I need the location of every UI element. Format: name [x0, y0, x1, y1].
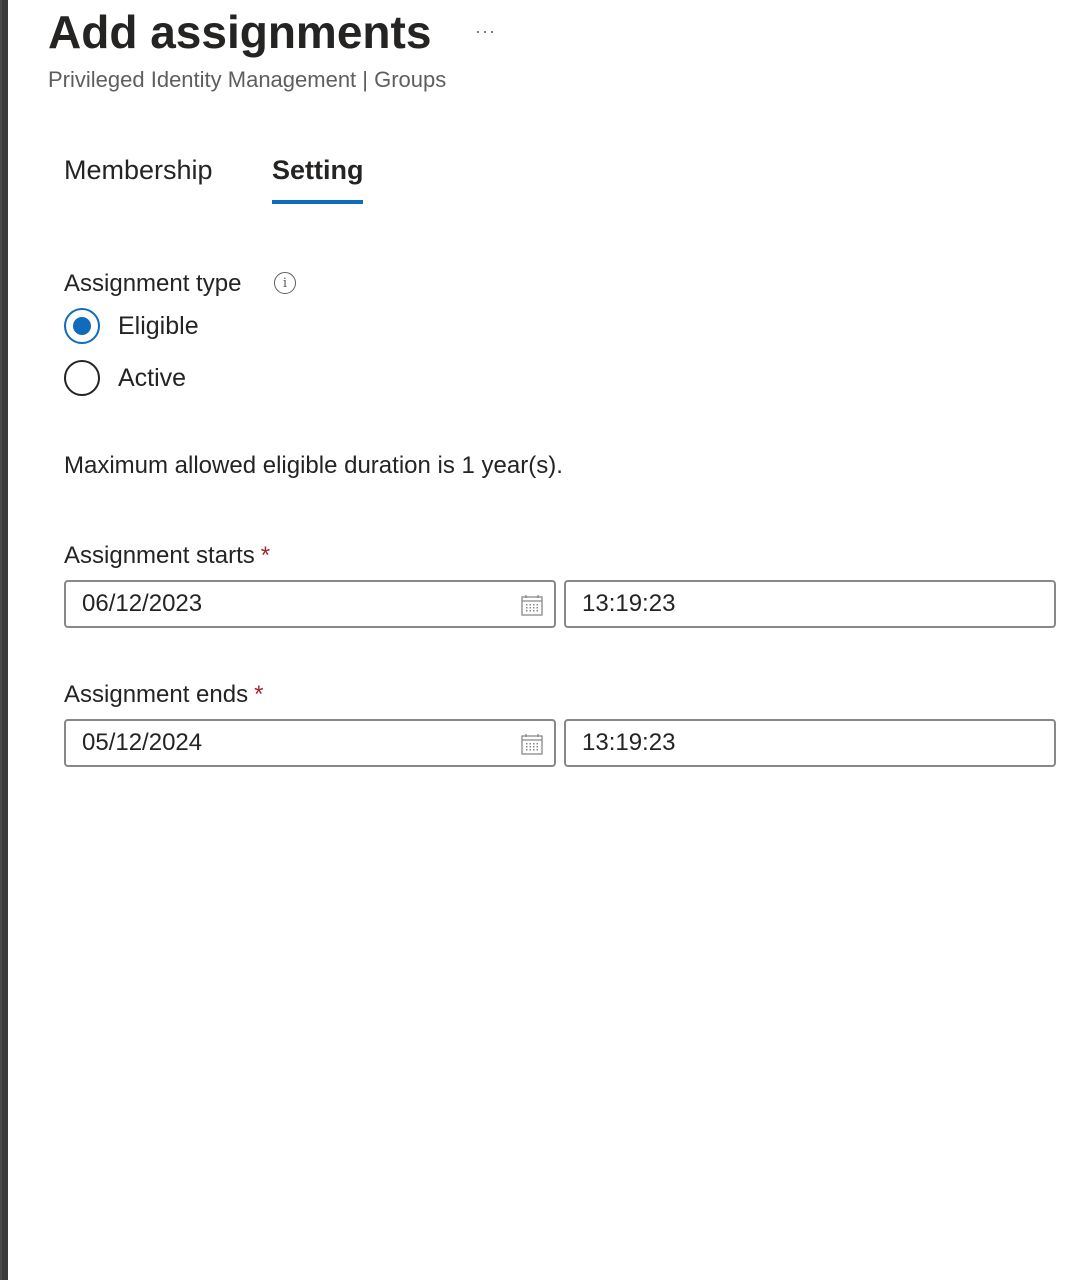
assignment-ends-date-input[interactable]: 05/12/2024: [64, 719, 556, 767]
assignment-ends-time-value: 13:19:23: [582, 729, 676, 756]
more-options-button[interactable]: [470, 18, 500, 46]
assignment-ends-time-input[interactable]: 13:19:23: [564, 719, 1056, 767]
assignment-starts-time-input[interactable]: 13:19:23: [564, 580, 1056, 628]
radio-active[interactable]: Active: [64, 358, 186, 398]
calendar-icon[interactable]: [520, 732, 544, 756]
assignment-ends-label: Assignment ends *: [64, 681, 264, 708]
calendar-icon[interactable]: [520, 593, 544, 617]
info-icon[interactable]: i: [274, 272, 296, 294]
ellipsis-icon: [475, 31, 496, 33]
duration-note: Maximum allowed eligible duration is 1 y…: [64, 452, 563, 479]
assignment-type-label: Assignment type: [64, 270, 242, 297]
radio-active-circle[interactable]: [64, 360, 100, 396]
required-indicator: *: [260, 542, 271, 569]
left-panel-edge: [0, 0, 8, 1280]
breadcrumb-subtitle: Privileged Identity Management | Groups: [48, 67, 447, 92]
tab-setting[interactable]: Setting: [272, 152, 364, 188]
tab-selected-indicator: [272, 200, 363, 204]
radio-eligible-circle[interactable]: [64, 308, 100, 344]
assignment-starts-label: Assignment starts *: [64, 542, 271, 569]
required-indicator: *: [254, 681, 264, 708]
assignment-starts-date-value: 06/12/2023: [82, 590, 203, 617]
assignment-starts-date-input[interactable]: 06/12/2023: [64, 580, 556, 628]
radio-active-label: Active: [118, 364, 187, 392]
assignment-ends-date-value: 05/12/2024: [82, 729, 203, 756]
tab-membership[interactable]: Membership: [64, 152, 213, 188]
assignment-starts-time-value: 13:19:23: [582, 590, 676, 617]
radio-eligible[interactable]: Eligible: [64, 306, 199, 346]
page-title: Add assignments: [48, 6, 432, 58]
radio-eligible-label: Eligible: [118, 312, 199, 340]
